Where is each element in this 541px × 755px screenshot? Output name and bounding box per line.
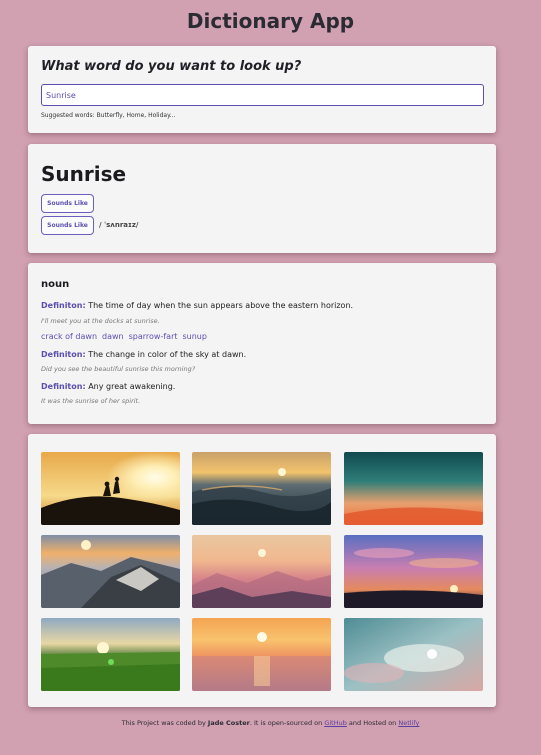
word-title: Sunrise — [41, 162, 127, 186]
meaning-card: noun Definiton: The time of day when the… — [28, 263, 496, 424]
photo-teal-sky-sunrise — [344, 452, 483, 525]
definition-text: Any great awakening. — [88, 382, 176, 391]
sounds-like-button-2[interactable]: Sounds Like — [41, 216, 94, 235]
footer-text: . It is open-sourced on — [249, 719, 325, 727]
definition-label: Definiton: — [41, 382, 86, 391]
search-input[interactable] — [41, 84, 484, 106]
photo-green-field-sunrise — [41, 618, 180, 691]
synonym-link[interactable]: sparrow-fart — [129, 332, 178, 341]
synonym-link[interactable]: sunup — [183, 332, 207, 341]
definition-example: It was the sunrise of her spirit. — [41, 397, 141, 405]
definition-text: The change in color of the sky at dawn. — [88, 350, 247, 359]
definition-label: Definiton: — [41, 301, 86, 310]
footer-text: This Project was coded by — [121, 719, 208, 727]
footer: This Project was coded by Jade Coster. I… — [0, 719, 541, 727]
photos-card — [28, 434, 496, 707]
netlify-link[interactable]: Netlify — [398, 719, 419, 727]
definition-3: Definiton: Any great awakening. — [41, 382, 175, 391]
photo-ocean-waves-sunrise — [192, 452, 331, 525]
photo-purple-clouds-sunrise — [344, 535, 483, 608]
phonetic-text: / ˈsʌnraɪz/ — [99, 221, 139, 229]
suggested-words: Suggested words: Butterfly, Home, Holida… — [41, 112, 176, 119]
photo-pink-mountains-sunrise — [192, 535, 331, 608]
search-card: What word do you want to look up? Sugges… — [28, 46, 496, 133]
definition-2: Definiton: The change in color of the sk… — [41, 350, 246, 359]
app-title: Dictionary App — [186, 9, 355, 33]
photo-cloudy-sky-sunrise — [344, 618, 483, 691]
synonym-link[interactable]: dawn — [102, 332, 124, 341]
search-question: What word do you want to look up? — [41, 59, 302, 74]
photo-orange-sea-sunrise — [192, 618, 331, 691]
photo-silhouettes-hill-sunrise — [41, 452, 180, 525]
github-link[interactable]: GitHub — [324, 719, 347, 727]
definition-example: I'll meet you at the docks at sunrise. — [41, 317, 160, 325]
sounds-like-button-1[interactable]: Sounds Like — [41, 194, 94, 213]
definition-1: Definiton: The time of day when the sun … — [41, 301, 353, 310]
definition-example: Did you see the beautiful sunrise this m… — [41, 365, 196, 373]
word-card: Sunrise Sounds Like Sounds Like / ˈsʌnra… — [28, 144, 496, 253]
synonyms-list: crack of dawn dawn sparrow-fart sunup — [41, 332, 207, 341]
part-of-speech: noun — [41, 279, 70, 290]
footer-text: and Hosted on — [346, 719, 399, 727]
synonym-link[interactable]: crack of dawn — [41, 332, 97, 341]
definition-text: The time of day when the sun appears abo… — [88, 301, 354, 310]
photo-mountain-valley-sunrise — [41, 535, 180, 608]
definition-label: Definiton: — [41, 350, 86, 359]
footer-author: Jade Coster — [207, 719, 250, 727]
